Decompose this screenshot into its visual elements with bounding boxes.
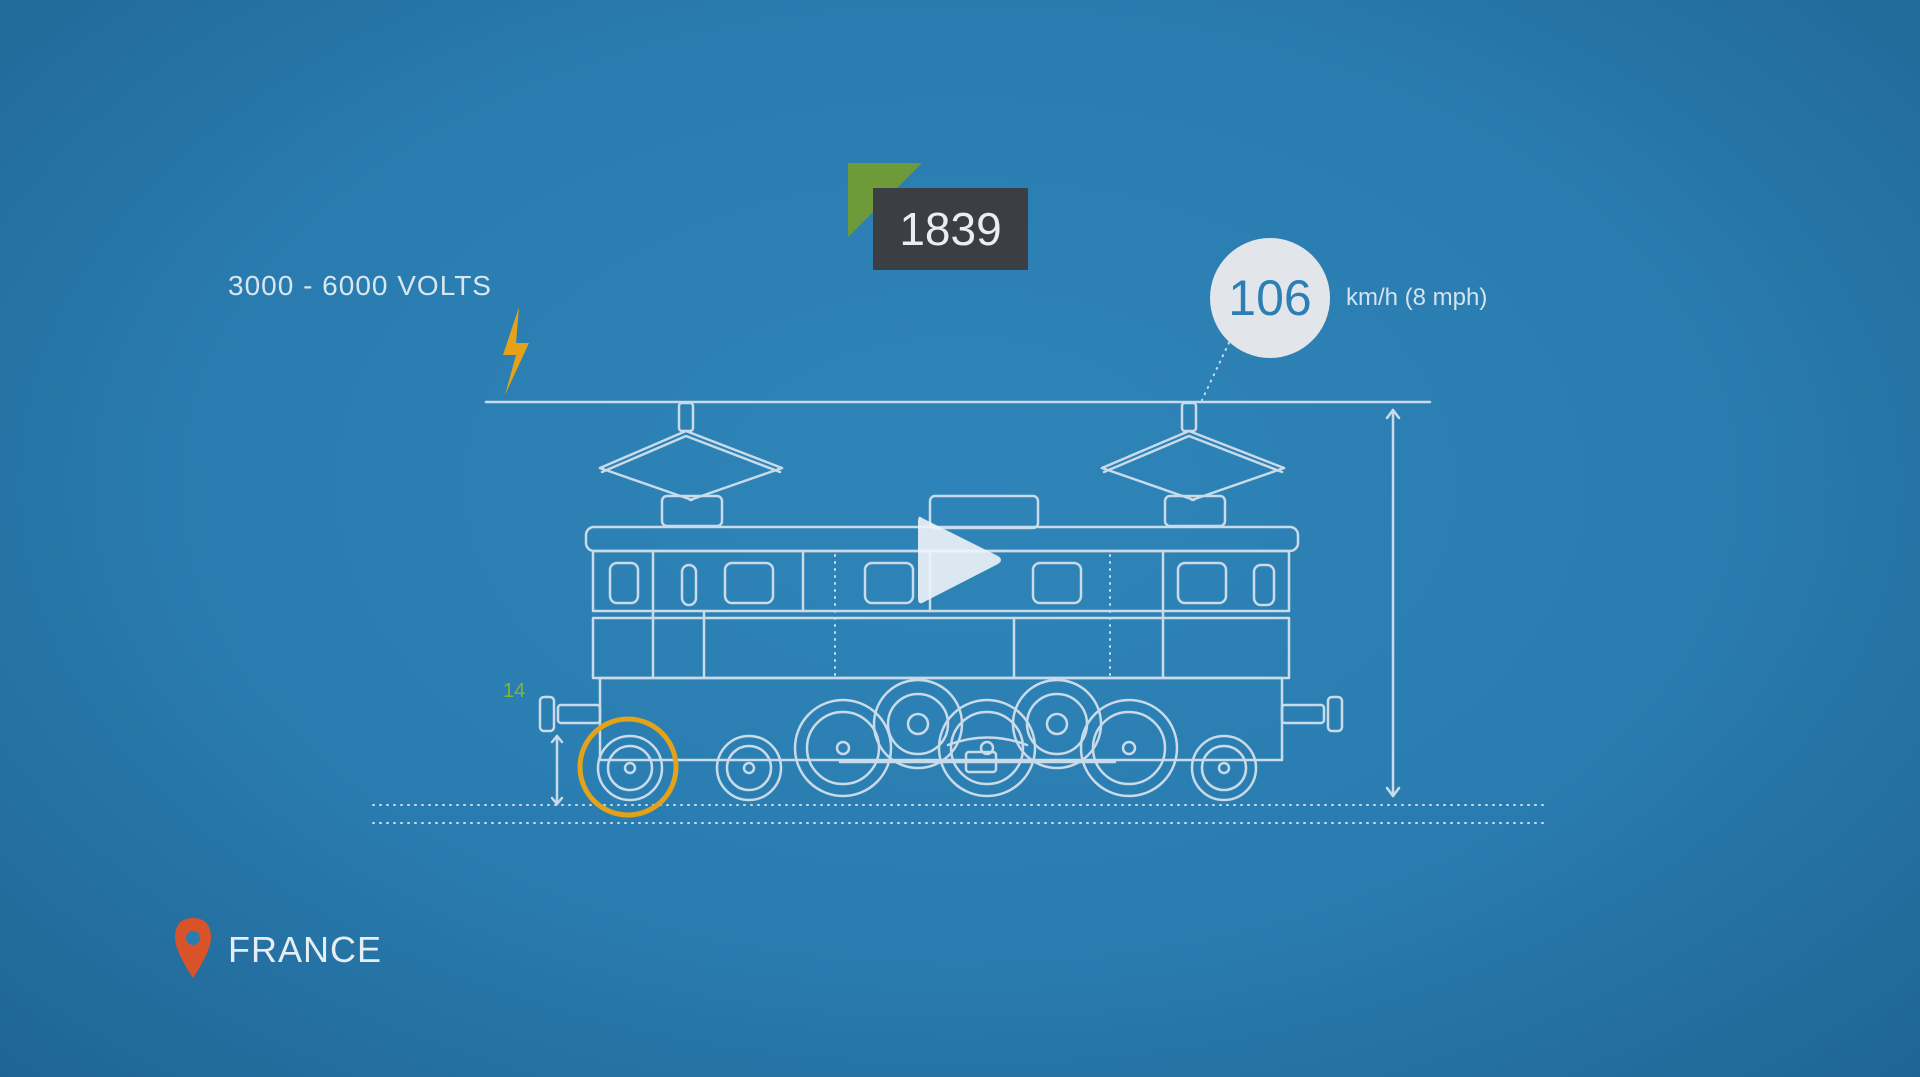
- wheel-2: [715, 734, 783, 802]
- lower-body: [591, 616, 1291, 680]
- speed-value: 106: [1210, 238, 1330, 358]
- wheel-3: [793, 698, 893, 798]
- country-label: FRANCE: [228, 929, 383, 970]
- left-pantograph: [598, 401, 784, 528]
- year-badge: 1839: [848, 163, 1028, 270]
- speed-unit-label: km/h (8 mph): [1346, 284, 1488, 311]
- wheel-5: [1079, 698, 1179, 798]
- year-label: 1839: [873, 188, 1028, 270]
- play-icon: [918, 516, 1001, 604]
- spec-number-label: 14: [503, 680, 526, 702]
- play-button[interactable]: [912, 510, 1004, 610]
- lightning-bolt-icon: [503, 307, 529, 395]
- wheel-6: [1190, 734, 1258, 802]
- wheel-1: [596, 734, 664, 802]
- drive-wheel-right: [1011, 678, 1103, 770]
- map-pin-icon: [175, 918, 211, 978]
- drive-wheel-left: [872, 678, 964, 770]
- right-pantograph: [1100, 401, 1286, 528]
- infographic-stage: 1839 3000 - 6000 VOLTS 106 km/h (8 mph) …: [0, 0, 1920, 1077]
- chassis: [598, 676, 1284, 762]
- voltage-label: 3000 - 6000 VOLTS: [228, 270, 492, 301]
